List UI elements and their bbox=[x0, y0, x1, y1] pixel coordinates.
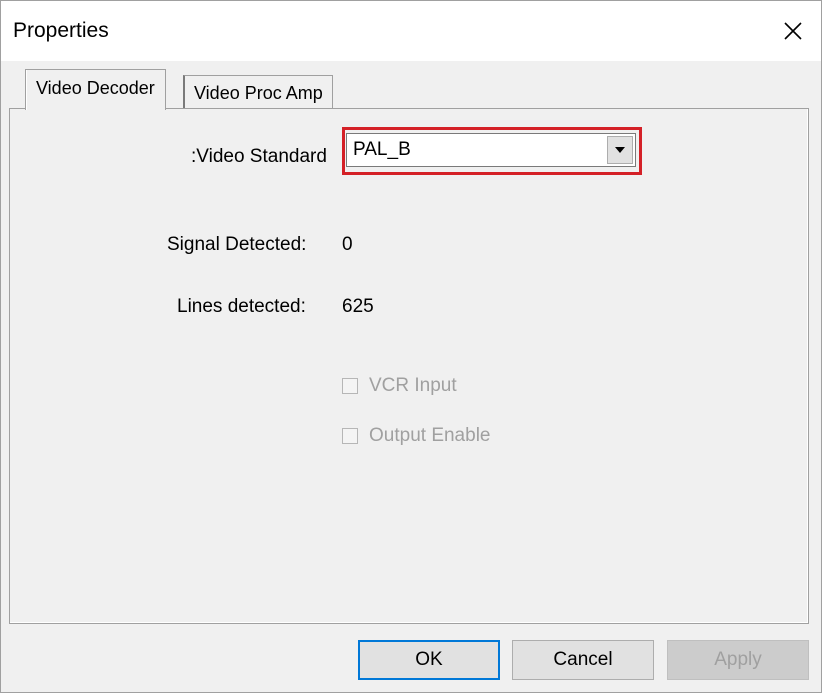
output-enable-checkbox[interactable]: Output Enable bbox=[342, 425, 490, 447]
output-enable-label: Output Enable bbox=[369, 425, 491, 446]
tab-strip: Video Decoder Video Proc Amp bbox=[1, 61, 821, 111]
ok-button[interactable]: OK bbox=[358, 640, 500, 680]
video-standard-label: :Video Standard bbox=[191, 146, 327, 167]
tab-video-decoder[interactable]: Video Decoder bbox=[25, 69, 166, 110]
close-button[interactable] bbox=[773, 11, 813, 51]
video-standard-value: PAL_B bbox=[353, 139, 411, 160]
signal-detected-value: 0 bbox=[342, 234, 353, 255]
title-bar: Properties bbox=[1, 1, 821, 61]
lines-detected-label: Lines detected: bbox=[177, 296, 306, 317]
signal-detected-label: Signal Detected: bbox=[167, 234, 307, 255]
dropdown-button[interactable] bbox=[607, 136, 633, 164]
vcr-input-label: VCR Input bbox=[369, 375, 457, 396]
vcr-input-box[interactable] bbox=[342, 378, 358, 394]
output-enable-box[interactable] bbox=[342, 428, 358, 444]
button-bar: OK Cancel Apply bbox=[1, 624, 821, 692]
vcr-input-checkbox[interactable]: VCR Input bbox=[342, 375, 457, 397]
close-icon bbox=[784, 22, 802, 40]
cancel-button[interactable]: Cancel bbox=[512, 640, 654, 680]
dialog-title: Properties bbox=[13, 19, 109, 42]
properties-dialog: Properties Video Decoder Video Proc Amp … bbox=[0, 0, 822, 693]
apply-button[interactable]: Apply bbox=[667, 640, 809, 680]
tab-panel bbox=[9, 108, 809, 624]
lines-detected-value: 625 bbox=[342, 296, 374, 317]
tab-video-proc-amp[interactable]: Video Proc Amp bbox=[183, 75, 333, 110]
video-standard-select[interactable]: PAL_B bbox=[346, 133, 636, 167]
chevron-down-icon bbox=[615, 147, 625, 153]
